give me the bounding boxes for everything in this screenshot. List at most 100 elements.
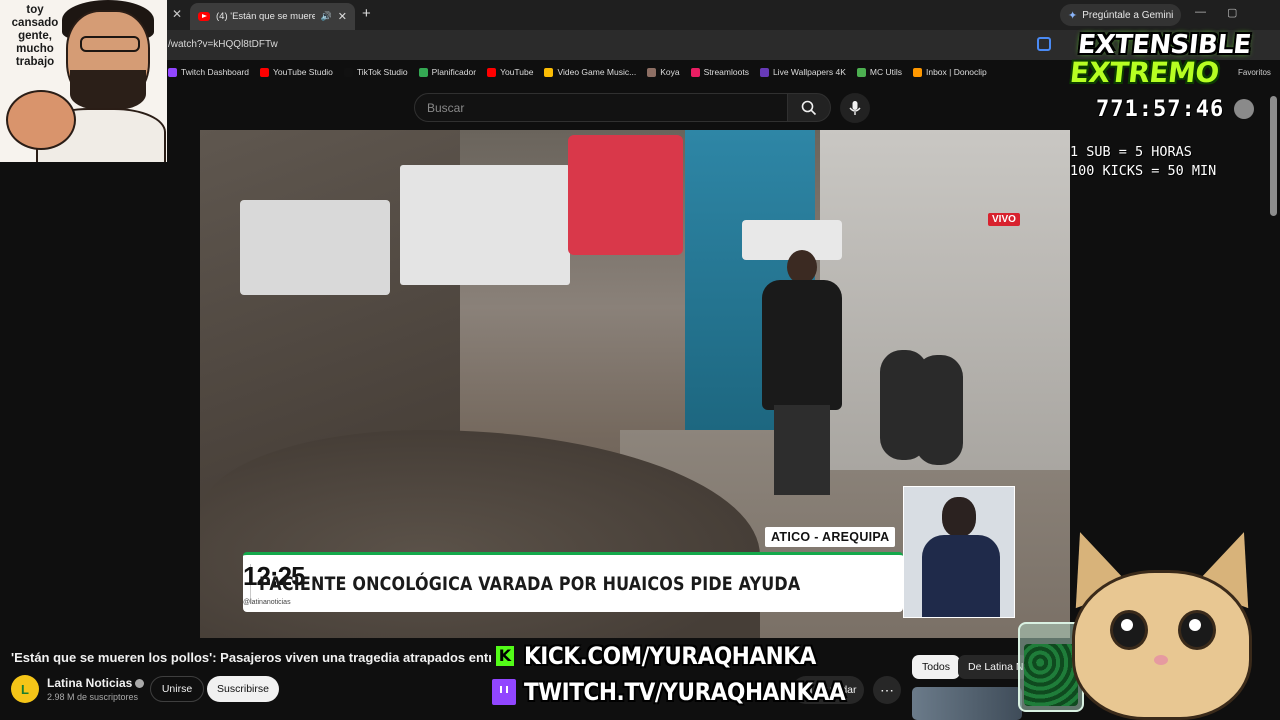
bookmark-label: Koya bbox=[660, 67, 680, 77]
news-headline: PACIENTE ONCOLÓGICA VARADA POR HUAICOS P… bbox=[258, 572, 800, 595]
cast-icon[interactable] bbox=[1037, 37, 1051, 51]
bookmark-item[interactable]: YouTube bbox=[487, 67, 533, 77]
news-clock: 12:25 @latinanoticias bbox=[243, 555, 306, 612]
url-field[interactable]: /watch?v=kHQQl8tDFTw bbox=[168, 39, 278, 50]
stream-brand-logo: EXTENSIBLE EXTREMO bbox=[1056, 28, 1258, 94]
interpreter-body bbox=[922, 535, 1000, 617]
video-scene-wheel bbox=[915, 355, 963, 465]
channel-name: Latina Noticias bbox=[47, 676, 133, 690]
subathon-timer: 771:57:46 bbox=[1096, 97, 1225, 122]
channel-avatar[interactable]: L bbox=[11, 675, 39, 703]
bookmark-label: Streamloots bbox=[703, 67, 749, 77]
user-avatar[interactable] bbox=[1234, 99, 1254, 119]
bookmark-favicon-icon bbox=[647, 67, 657, 77]
maximize-icon[interactable]: ▢ bbox=[1227, 6, 1237, 19]
bookmark-favicon-icon bbox=[260, 67, 270, 77]
bookmark-item[interactable]: Planificador bbox=[418, 67, 477, 77]
bookmark-favicon-icon bbox=[418, 67, 428, 77]
location-label: ATICO - AREQUIPA bbox=[765, 527, 896, 547]
bookmarks-bar: Twitch Dashboard YouTube Studio TikTok Stu… bbox=[168, 62, 987, 82]
bookmark-item[interactable]: Streamloots bbox=[690, 67, 749, 77]
scrollbar[interactable] bbox=[1270, 96, 1277, 216]
avatar-hand bbox=[6, 90, 76, 150]
avatar-glasses bbox=[80, 36, 140, 52]
cat-eye bbox=[1110, 610, 1148, 650]
tab-title: (4) 'Están que se mueren lo bbox=[216, 11, 315, 22]
bookmark-item[interactable]: Video Game Music... bbox=[544, 67, 636, 77]
kick-url: KICK.COM/YURAQHANKA bbox=[524, 642, 816, 670]
news-clock-time: 12:25 bbox=[243, 561, 306, 591]
subscribe-button[interactable]: Suscribirse bbox=[207, 676, 279, 702]
search-button[interactable] bbox=[787, 93, 831, 122]
speaker-icon[interactable]: 🔊 bbox=[321, 11, 332, 22]
bookmark-favicon-icon bbox=[912, 67, 922, 77]
video-scene-head bbox=[787, 250, 817, 284]
video-scene-truck bbox=[568, 135, 683, 255]
kick-icon: K bbox=[496, 646, 514, 666]
minimize-icon[interactable]: — bbox=[1195, 6, 1206, 18]
bookmark-item[interactable]: Inbox | Donoclip bbox=[912, 67, 987, 77]
search-icon bbox=[801, 100, 817, 115]
interpreter-head bbox=[942, 497, 976, 537]
search-input[interactable]: Buscar bbox=[414, 93, 788, 122]
bookmark-favicon-icon bbox=[690, 67, 700, 77]
news-lower-third: 12:25 @latinanoticias PACIENTE ONCOLÓGIC… bbox=[243, 552, 903, 612]
video-scene-legs bbox=[774, 405, 830, 495]
twitch-overlay: TWITCH.TV/YURAQHANKAA bbox=[492, 678, 881, 706]
gemini-button[interactable]: ✦ Pregúntale a Gemini bbox=[1060, 4, 1182, 26]
bookmark-label: Twitch Dashboard bbox=[181, 67, 250, 77]
channel-name-link[interactable]: Latina Noticias bbox=[47, 676, 145, 690]
bookmark-item[interactable]: Koya bbox=[647, 67, 680, 77]
avatar-beard bbox=[70, 70, 146, 110]
bookmark-favicon-icon bbox=[544, 67, 554, 77]
gemini-label: Pregúntale a Gemini bbox=[1082, 9, 1174, 21]
video-scene-person bbox=[732, 220, 862, 510]
subscriber-count: 2.98 M de suscriptores bbox=[47, 692, 139, 702]
news-handle: @latinanoticias bbox=[243, 599, 291, 606]
bookmark-label: MC Utils bbox=[869, 67, 902, 77]
bookmark-favicon-icon bbox=[487, 67, 497, 77]
live-badge: VIVO bbox=[988, 213, 1020, 226]
twitch-url: TWITCH.TV/YURAQHANKAA bbox=[524, 678, 846, 706]
new-tab-button[interactable]: + bbox=[362, 5, 371, 22]
bookmark-label: Planificador bbox=[431, 67, 477, 77]
streamer-cam-overlay: toy cansado gente, mucho trabajo bbox=[0, 0, 167, 162]
bookmark-item[interactable]: YouTube Studio bbox=[260, 67, 333, 77]
rule-line: 1 SUB = 5 HORAS bbox=[1070, 144, 1192, 160]
youtube-icon bbox=[198, 12, 210, 21]
bookmark-favicon-icon bbox=[168, 67, 177, 77]
bookmark-label: TikTok Studio bbox=[356, 67, 408, 77]
bookmark-favicon-icon bbox=[759, 67, 769, 77]
browser-tab-bar: ✕ (4) 'Están que se mueren lo 🔊 ✕ + ✦ Pr… bbox=[0, 0, 1280, 30]
bookmark-item[interactable]: MC Utils bbox=[856, 67, 902, 77]
cat-nose bbox=[1154, 655, 1168, 665]
video-scene-truck bbox=[400, 165, 570, 285]
cam-caption: toy cansado gente, mucho trabajo bbox=[11, 4, 59, 68]
voice-search-button[interactable] bbox=[840, 93, 870, 123]
join-button[interactable]: Unirse bbox=[150, 676, 204, 702]
bookmark-item[interactable]: Twitch Dashboard bbox=[168, 67, 249, 77]
video-player[interactable]: VIVO ATICO - AREQUIPA 12:25 @latinanotic… bbox=[200, 130, 1070, 638]
sign-language-interpreter bbox=[903, 486, 1015, 618]
video-scene-body bbox=[762, 280, 842, 410]
close-tab-icon[interactable]: ✕ bbox=[338, 10, 347, 23]
cat-face bbox=[1072, 570, 1252, 720]
video-scene-truck bbox=[240, 200, 390, 295]
related-video-thumbnail[interactable] bbox=[912, 687, 1022, 720]
cat-eye bbox=[1178, 610, 1216, 650]
brand-line2: EXTREMO bbox=[1068, 56, 1221, 89]
bookmark-label: Live Wallpapers 4K bbox=[772, 67, 846, 77]
microphone-icon bbox=[849, 101, 861, 115]
rule-line: 100 KICKS = 50 MIN bbox=[1070, 163, 1217, 179]
subathon-rules: 1 SUB = 5 HORAS 100 KICKS = 50 MIN bbox=[1070, 143, 1216, 181]
chip-all[interactable]: Todos bbox=[912, 655, 961, 679]
bookmark-label: Video Game Music... bbox=[557, 67, 637, 77]
bookmark-label: YouTube bbox=[500, 67, 534, 77]
gemini-icon: ✦ bbox=[1068, 9, 1078, 22]
close-icon[interactable]: ✕ bbox=[172, 7, 182, 21]
bookmark-item[interactable]: TikTok Studio bbox=[343, 67, 408, 77]
browser-tab-active[interactable]: (4) 'Están que se mueren lo 🔊 ✕ bbox=[190, 3, 355, 30]
kick-overlay: K KICK.COM/YURAQHANKA bbox=[496, 642, 848, 670]
bookmark-item[interactable]: Live Wallpapers 4K bbox=[759, 67, 846, 77]
bookmark-favicon-icon bbox=[856, 67, 866, 77]
